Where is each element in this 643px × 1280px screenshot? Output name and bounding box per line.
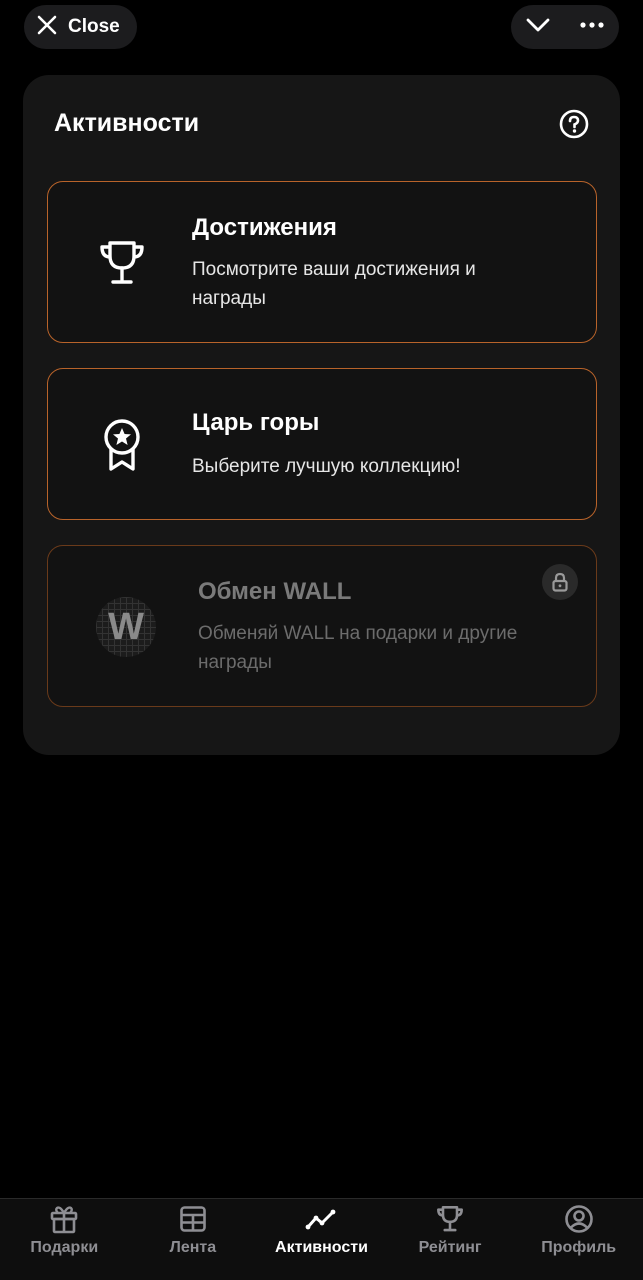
nav-label: Лента (169, 1239, 217, 1256)
nav-label: Активности (275, 1239, 368, 1256)
chevron-down-icon[interactable] (525, 12, 551, 43)
close-button[interactable]: Close (24, 5, 137, 49)
card-description: Обменяй WALL на подарки и другие награды (198, 623, 518, 673)
lock-icon (542, 564, 578, 600)
card-title: Обмен WALL (198, 578, 352, 605)
gift-icon (48, 1203, 80, 1235)
close-icon (36, 14, 58, 41)
panel-title: Активности (54, 109, 200, 137)
card-king-of-the-hill[interactable]: Царь горы Выберите лучшую коллекцию! (47, 368, 597, 520)
activities-panel: Активности Достижения Посмотрите ваши до… (23, 75, 620, 755)
trophy-icon (98, 238, 146, 293)
nav-item-profile[interactable]: Профиль (514, 1199, 643, 1280)
nav-item-gifts[interactable]: Подарки (0, 1199, 129, 1280)
activity-icon (305, 1203, 337, 1235)
close-label: Close (68, 16, 120, 37)
card-title: Царь горы (192, 409, 320, 436)
help-icon[interactable] (558, 108, 590, 140)
profile-icon (563, 1203, 595, 1235)
nav-label: Профиль (541, 1239, 617, 1256)
award-badge-icon (100, 417, 144, 478)
bottom-nav: Подарки Лента Активности Рейтинг Профиль (0, 1198, 643, 1280)
nav-label: Подарки (30, 1239, 99, 1256)
window-menu (511, 5, 619, 49)
table-icon (177, 1203, 209, 1235)
nav-label: Рейтинг (418, 1239, 482, 1256)
card-wall-exchange[interactable]: W Обмен WALL Обменяй WALL на подарки и д… (47, 545, 597, 707)
more-icon[interactable] (579, 12, 605, 43)
card-description: Выберите лучшую коллекцию! (192, 456, 461, 477)
nav-item-activities[interactable]: Активности (257, 1199, 386, 1280)
card-achievements[interactable]: Достижения Посмотрите ваши достижения и … (47, 181, 597, 343)
wall-logo-letter: W (108, 605, 144, 648)
wall-logo: W (96, 597, 156, 657)
trophy-icon (434, 1203, 466, 1235)
card-description: Посмотрите ваши достижения и награды (192, 259, 476, 309)
nav-item-feed[interactable]: Лента (129, 1199, 258, 1280)
card-title: Достижения (192, 214, 337, 241)
nav-item-rating[interactable]: Рейтинг (386, 1199, 515, 1280)
